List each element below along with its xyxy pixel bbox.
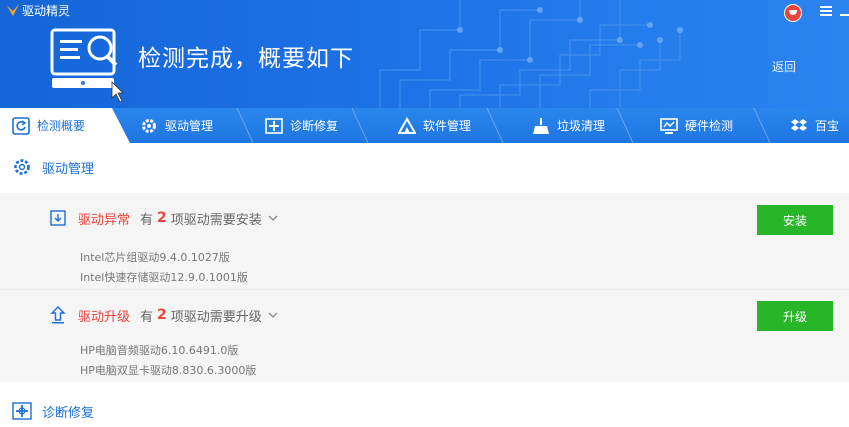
upgrade-prefix: 有	[140, 309, 154, 325]
user-avatar-icon[interactable]	[784, 4, 802, 22]
tab-diagnose-repair[interactable]: 诊断修复	[265, 108, 338, 143]
header-banner: 驱动精灵 检测完成，概要如下 返回	[0, 0, 849, 108]
driver-upgrade-title: 驱动升级 有 2 项驱动需要升级	[50, 304, 278, 326]
upgrade-suffix: 项驱动需要升级	[170, 309, 262, 325]
overview-content: 驱动管理 驱动异常 有 2 项驱动需要安装 安装 Intel芯片组驱动9.4.0…	[0, 143, 849, 427]
driver-upgrade-panel: 驱动升级 有 2 项驱动需要升级 升级 HP电脑音频驱动6.10.6491.0版…	[0, 290, 849, 382]
broom-icon	[533, 117, 549, 134]
abnormal-prefix: 有	[140, 212, 154, 228]
tab-label: 软件管理	[423, 119, 472, 133]
driver-item: Intel芯片组驱动9.4.0.1027版	[80, 251, 230, 264]
tab-hardware-detection[interactable]: 硬件检测	[660, 108, 733, 143]
section-title: 驱动管理	[42, 161, 95, 177]
gear-icon	[14, 159, 30, 175]
tab-driver-management[interactable]: 驱动管理	[140, 108, 213, 143]
tab-overview[interactable]: 检测概要	[0, 108, 130, 143]
tab-label: 垃圾清理	[557, 119, 606, 133]
minimize-icon[interactable]	[840, 14, 849, 16]
tab-label: 百宝	[815, 119, 840, 133]
tab-label: 硬件检测	[685, 119, 734, 133]
chevron-down-icon[interactable]	[268, 213, 278, 223]
gear-icon	[142, 118, 156, 133]
back-link[interactable]: 返回	[772, 58, 796, 75]
upgrade-button[interactable]: 升级	[757, 301, 833, 331]
upgrade-arrow-icon	[50, 306, 66, 324]
page-title: 检测完成，概要如下	[138, 46, 354, 72]
menu-icon[interactable]	[820, 6, 832, 16]
download-box-icon	[50, 210, 66, 226]
app-window: 驱动精灵 检测完成，概要如下 返回 检测概要 驱动管理 诊断修复 软件管理 垃圾…	[0, 0, 849, 427]
section-driver-management: 驱动管理	[12, 155, 94, 179]
abnormal-suffix: 项驱动需要安装	[170, 212, 262, 228]
abnormal-count: 2	[157, 210, 167, 226]
tab-separator	[351, 108, 369, 143]
tab-toolbox[interactable]: 百宝	[790, 108, 839, 143]
tab-separator	[616, 108, 634, 143]
tab-junk-cleanup[interactable]: 垃圾清理	[532, 108, 605, 143]
driver-item: Intel快速存储驱动12.9.0.1001版	[80, 271, 248, 284]
section-title: 诊断修复	[42, 405, 95, 421]
tab-label: 诊断修复	[290, 119, 339, 133]
monitor-scan-icon	[50, 28, 124, 102]
tab-separator	[486, 108, 504, 143]
chevron-down-icon[interactable]	[268, 310, 278, 320]
software-icon	[398, 116, 416, 134]
driver-abnormal-panel: 驱动异常 有 2 项驱动需要安装 安装 Intel芯片组驱动9.4.0.1027…	[0, 193, 849, 289]
driver-item: HP电脑双显卡驱动8.830.6.3000版	[80, 364, 257, 377]
repair-icon	[12, 402, 32, 420]
tab-separator	[753, 108, 771, 143]
tab-label: 检测概要	[37, 119, 86, 133]
logo-icon	[7, 4, 19, 16]
tab-label: 驱动管理	[165, 119, 214, 133]
tab-separator	[236, 108, 254, 143]
tab-software-management[interactable]: 软件管理	[398, 108, 471, 143]
install-button[interactable]: 安装	[757, 205, 833, 235]
section-diagnose-repair: 诊断修复	[12, 399, 94, 423]
refresh-icon	[12, 116, 30, 135]
repair-icon	[265, 117, 283, 134]
driver-abnormal-title: 驱动异常 有 2 项驱动需要安装	[50, 207, 278, 229]
upgrade-label: 驱动升级	[78, 309, 131, 325]
driver-item: HP电脑音频驱动6.10.6491.0版	[80, 344, 239, 357]
main-tab-bar: 检测概要 驱动管理 诊断修复 软件管理 垃圾清理 硬件检测 百宝	[0, 108, 849, 143]
dropbox-icon	[791, 118, 807, 131]
abnormal-label: 驱动异常	[78, 212, 131, 228]
monitor-icon	[660, 117, 678, 134]
upgrade-count: 2	[157, 307, 167, 323]
app-name: 驱动精灵	[22, 4, 71, 18]
